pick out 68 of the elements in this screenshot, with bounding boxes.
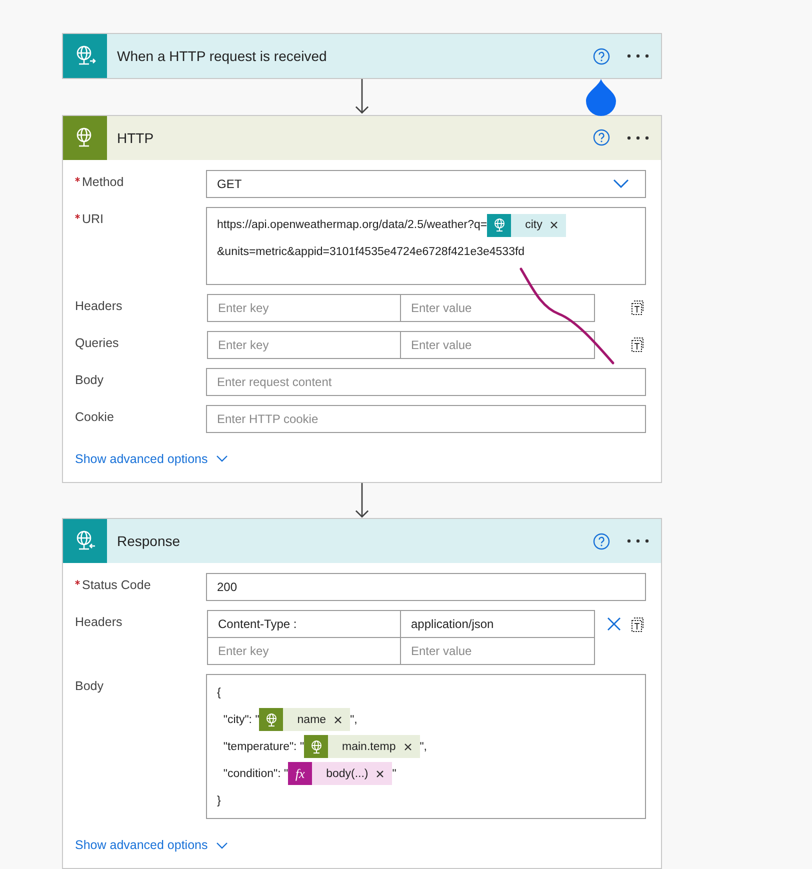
field-label: Headers bbox=[75, 298, 124, 312]
field-label: Status Code bbox=[75, 573, 206, 592]
code-text: "city": " bbox=[222, 714, 260, 726]
code-text: " bbox=[392, 768, 396, 780]
code-text: "temperature": " bbox=[222, 740, 304, 752]
key-field[interactable]: Enter key bbox=[207, 294, 401, 322]
dynamic-content-token[interactable]: name bbox=[259, 708, 350, 731]
show-advanced-options-link[interactable]: Show advanced options bbox=[75, 452, 228, 466]
globe-icon bbox=[310, 740, 323, 754]
text-field[interactable]: Enter HTTP cookie bbox=[206, 404, 646, 432]
card-header[interactable]: Response bbox=[63, 519, 661, 563]
card-header[interactable]: When a HTTP request is received bbox=[63, 34, 661, 78]
card-title: HTTP bbox=[117, 130, 155, 146]
key-field[interactable]: Enter key bbox=[207, 637, 401, 665]
code-text: ", bbox=[420, 740, 427, 752]
connector-arrow bbox=[354, 482, 370, 518]
value-field[interactable]: Enter value bbox=[400, 330, 595, 358]
card-header[interactable]: HTTP bbox=[63, 116, 661, 160]
chevron-down-icon bbox=[613, 179, 629, 188]
close-icon[interactable] bbox=[550, 221, 558, 229]
field-label: Body bbox=[75, 372, 104, 386]
connector-arrow bbox=[354, 79, 370, 114]
chevron-down-icon bbox=[216, 842, 228, 848]
help-icon[interactable] bbox=[593, 532, 610, 550]
card-title: Response bbox=[117, 533, 182, 549]
drop-marker-icon bbox=[585, 78, 617, 116]
value-field[interactable]: Enter value bbox=[400, 637, 595, 665]
help-icon[interactable] bbox=[593, 48, 610, 64]
dynamic-content-token[interactable]: city bbox=[487, 214, 566, 236]
text-field[interactable]: 200 bbox=[206, 573, 646, 601]
show-advanced-options-link[interactable]: Show advanced options bbox=[75, 838, 228, 852]
close-icon[interactable] bbox=[404, 742, 412, 750]
text-mode-icon[interactable] bbox=[631, 337, 645, 352]
text-mode-icon[interactable] bbox=[631, 300, 645, 315]
key-field[interactable]: Enter key bbox=[207, 330, 401, 358]
close-icon[interactable] bbox=[376, 770, 384, 778]
code-text: { bbox=[217, 686, 221, 698]
globe-icon bbox=[492, 218, 506, 232]
text-mode-icon[interactable] bbox=[631, 616, 645, 632]
text-field[interactable]: Enter request content bbox=[206, 368, 646, 396]
more-icon[interactable] bbox=[627, 539, 649, 543]
globe-icon bbox=[264, 712, 278, 726]
field-label: Headers bbox=[75, 614, 124, 629]
code-text: ", bbox=[350, 714, 358, 726]
close-icon[interactable] bbox=[334, 716, 342, 724]
close-icon[interactable] bbox=[607, 617, 621, 631]
expression-editor[interactable]: { "city": " name ", "temperature": " main.temp ", "condition": " fx body(...) " } bbox=[206, 674, 646, 819]
card-title: When a HTTP request is received bbox=[117, 48, 328, 64]
code-text: "condition": " bbox=[222, 768, 288, 780]
chevron-down-icon bbox=[216, 455, 228, 462]
field-label: URI bbox=[75, 206, 206, 226]
value-field[interactable]: application/json bbox=[400, 610, 595, 638]
code-text: &units=metric&appid=3101f4535e4724e6728f421e3e4533fd bbox=[217, 246, 525, 258]
value-field[interactable]: Enter value bbox=[400, 294, 595, 322]
key-field[interactable]: Content-Type : bbox=[207, 610, 401, 638]
more-icon[interactable] bbox=[627, 136, 649, 140]
field-label: Method bbox=[75, 170, 206, 188]
method-dropdown[interactable]: GET bbox=[206, 170, 646, 198]
more-icon[interactable] bbox=[627, 54, 649, 58]
expression-editor[interactable]: https://api.openweathermap.org/data/2.5/weather?q= city &units=metric&appid=3101f4535e4724e6728f421e3e4533fd bbox=[206, 206, 646, 284]
field-label: Body bbox=[75, 678, 104, 693]
field-label: Queries bbox=[75, 334, 120, 350]
code-text: https://api.openweathermap.org/data/2.5/weather?q= bbox=[217, 219, 488, 231]
field-label: Cookie bbox=[75, 408, 115, 424]
help-icon[interactable] bbox=[593, 129, 610, 146]
dynamic-content-token[interactable]: main.temp bbox=[304, 735, 420, 758]
dynamic-content-token[interactable]: fx body(...) bbox=[288, 762, 392, 785]
code-text: } bbox=[217, 794, 221, 806]
